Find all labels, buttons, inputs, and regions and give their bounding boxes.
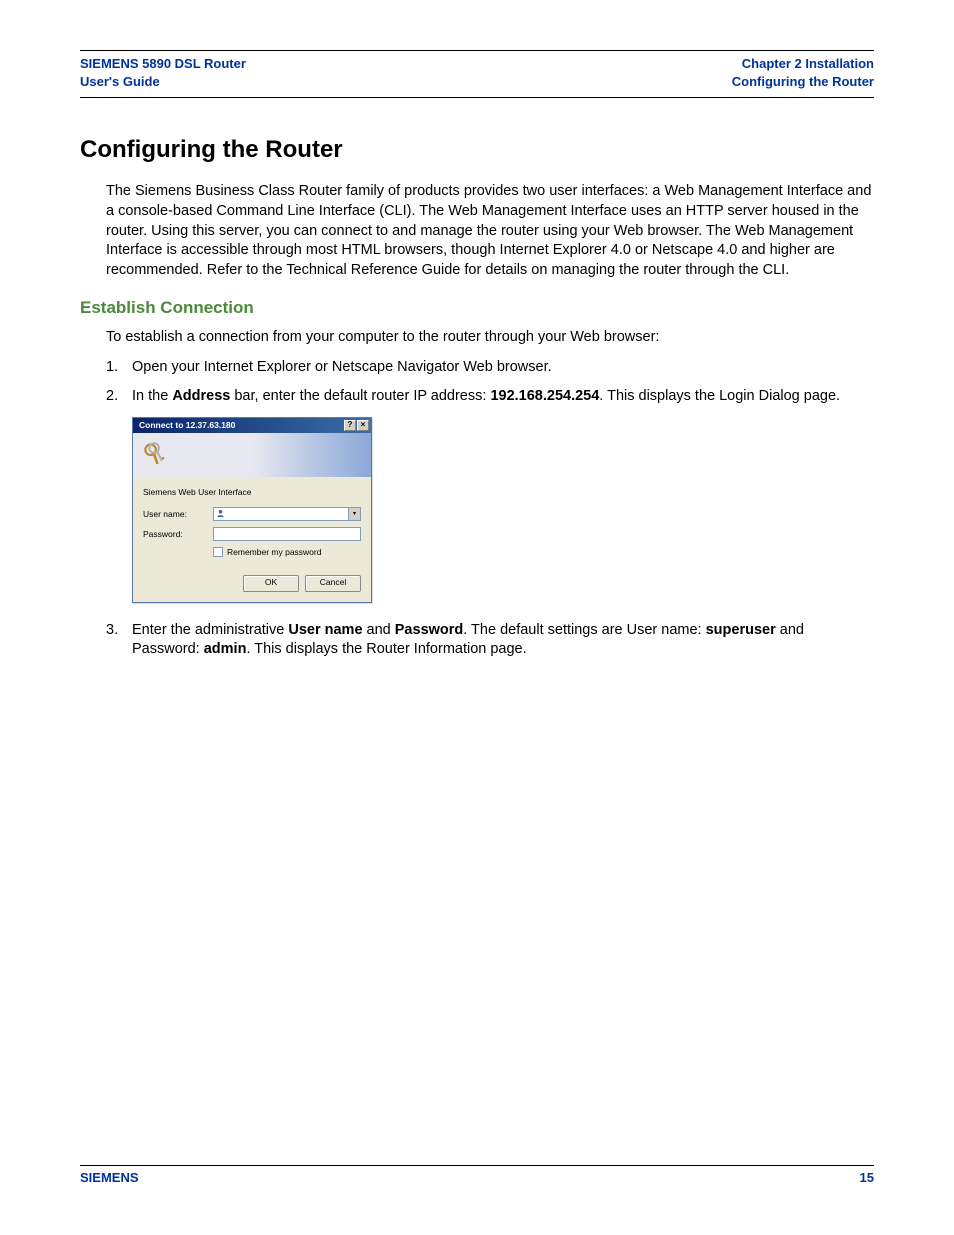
dialog-title: Connect to 12.37.63.180 (139, 420, 235, 430)
header-left-line2: User's Guide (80, 73, 246, 91)
password-input[interactable] (213, 527, 361, 541)
remember-label: Remember my password (227, 547, 321, 557)
close-button[interactable]: × (357, 420, 369, 431)
keys-icon (141, 440, 169, 470)
footer-brand: SIEMENS (80, 1170, 139, 1185)
header-right-line2: Configuring the Router (732, 73, 874, 91)
intro-paragraph: The Siemens Business Class Router family… (106, 182, 874, 280)
username-dropdown-icon[interactable]: ▾ (348, 508, 360, 520)
help-button[interactable]: ? (344, 420, 356, 431)
cancel-button[interactable]: Cancel (305, 575, 361, 592)
step-3-bold-admin: admin (204, 641, 247, 657)
step-2-bold-address: Address (172, 388, 230, 404)
login-dialog: Connect to 12.37.63.180 ? × Siemens Web … (132, 417, 372, 603)
person-icon (214, 508, 226, 520)
step-1: 1. Open your Internet Explorer or Netsca… (106, 358, 874, 378)
username-input[interactable] (226, 508, 348, 520)
header-rule-top (80, 50, 874, 51)
step-3-bold-superuser: superuser (706, 622, 776, 638)
password-label: Password: (143, 529, 213, 539)
header-rule-bottom (80, 97, 874, 98)
dialog-banner (133, 433, 371, 477)
step-3-bold-username: User name (288, 622, 362, 638)
step-2-pre: In the (132, 388, 172, 404)
step-2-text: In the Address bar, enter the default ro… (132, 387, 874, 407)
username-combo[interactable]: ▾ (213, 507, 361, 521)
step-2-bold-ip: 192.168.254.254 (490, 388, 599, 404)
step-1-number: 1. (106, 358, 132, 378)
step-3-mid2: . The default settings are User name: (463, 622, 705, 638)
username-label: User name: (143, 509, 213, 519)
step-2-number: 2. (106, 387, 132, 407)
step-3-post: . This displays the Router Information p… (246, 641, 526, 657)
dialog-realm: Siemens Web User Interface (143, 487, 361, 497)
step-3-pre: Enter the administrative (132, 622, 288, 638)
remember-checkbox[interactable] (213, 547, 223, 557)
ok-button[interactable]: OK (243, 575, 299, 592)
step-2: 2. In the Address bar, enter the default… (106, 387, 874, 407)
header-left-line1: SIEMENS 5890 DSL Router (80, 55, 246, 73)
page-footer: SIEMENS 15 (80, 1165, 874, 1185)
page-header: SIEMENS 5890 DSL Router User's Guide Cha… (80, 55, 874, 97)
main-heading: Configuring the Router (80, 136, 874, 164)
step-3-text: Enter the administrative User name and P… (132, 621, 874, 660)
footer-rule (80, 1165, 874, 1166)
dialog-titlebar: Connect to 12.37.63.180 ? × (133, 418, 371, 433)
footer-page-number: 15 (860, 1170, 874, 1185)
step-3-mid1: and (363, 622, 395, 638)
step-3: 3. Enter the administrative User name an… (106, 621, 874, 660)
lead-text: To establish a connection from your comp… (106, 328, 874, 348)
header-right-line1: Chapter 2 Installation (732, 55, 874, 73)
step-3-bold-password: Password (395, 622, 464, 638)
step-1-text: Open your Internet Explorer or Netscape … (132, 358, 874, 378)
step-3-number: 3. (106, 621, 132, 660)
login-dialog-figure: Connect to 12.37.63.180 ? × Siemens Web … (132, 417, 874, 603)
step-2-post: . This displays the Login Dialog page. (599, 388, 840, 404)
step-2-mid: bar, enter the default router IP address… (230, 388, 490, 404)
sub-heading: Establish Connection (80, 298, 874, 318)
